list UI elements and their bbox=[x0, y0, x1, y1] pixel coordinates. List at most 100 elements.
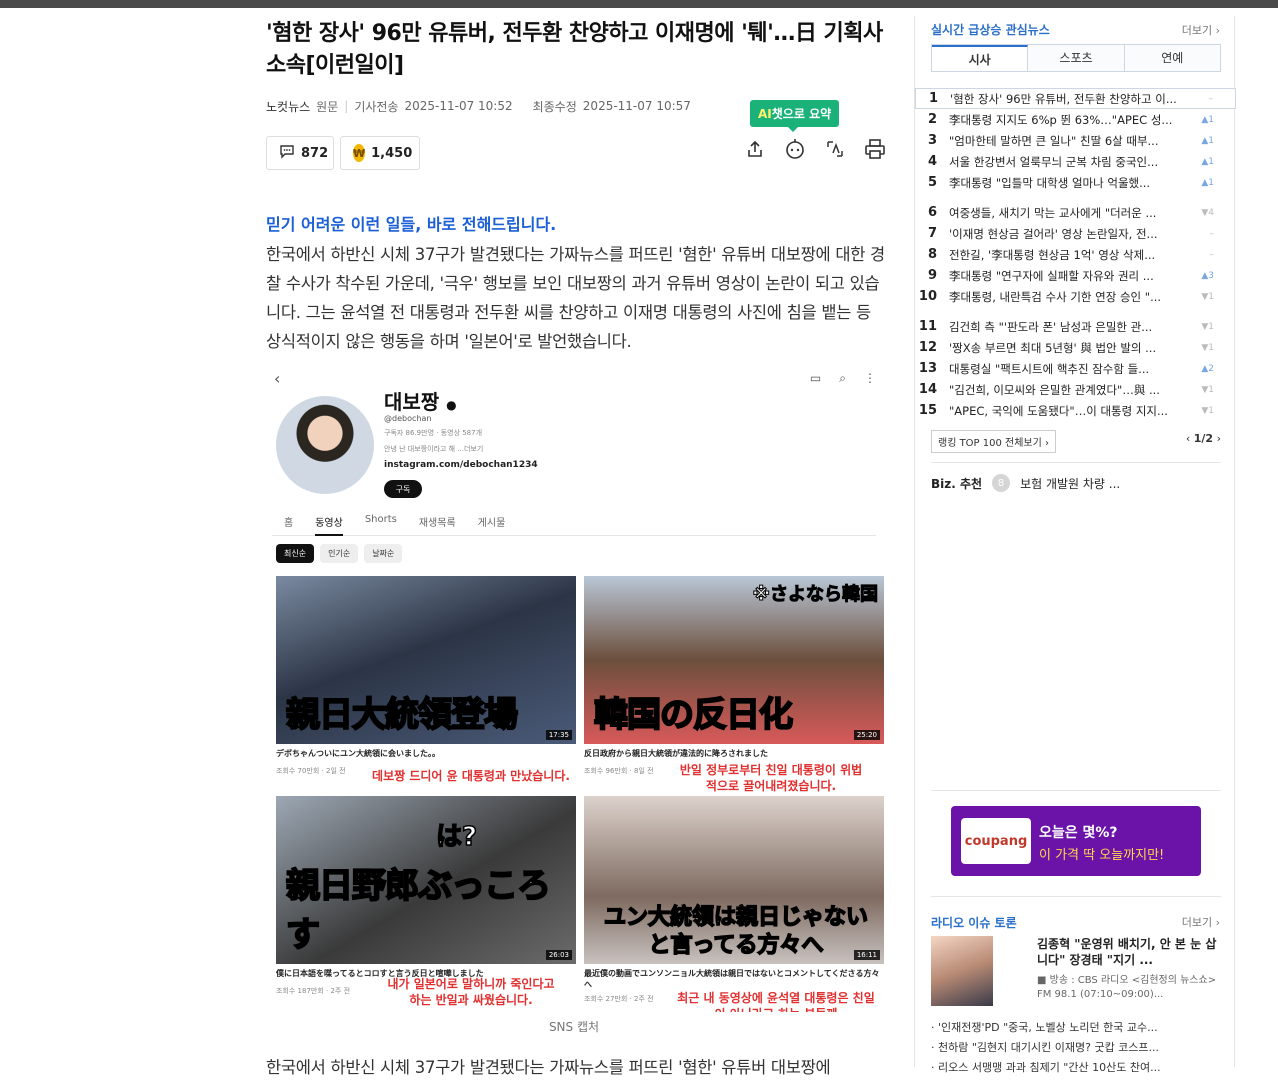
more-link[interactable]: 더보기 › bbox=[1182, 22, 1220, 38]
edited-time: 2025-11-07 10:57 bbox=[582, 99, 691, 113]
thumb-text: 親日大統領登場 bbox=[285, 694, 519, 736]
yt-nav: ‹ ▭ ⌕ ⋮ bbox=[274, 368, 876, 388]
coupang-ad[interactable]: coupang 오늘은 몇%? 이 가격 딱 오늘까지만! bbox=[951, 806, 1201, 876]
article-image[interactable]: ‹ ▭ ⌕ ⋮ 대보짱 ● @debochan 구독자 86.9만명 · 동영상 5… bbox=[266, 364, 884, 1014]
radio-more-link[interactable]: 더보기 › bbox=[1182, 914, 1220, 930]
thumb-text: 韓国の反日化 bbox=[593, 694, 794, 736]
biz-number: 8 bbox=[992, 474, 1011, 492]
list-item[interactable]: 11 김건희 측 "'판도라 폰' 남성과 은밀한 관... ▼1 bbox=[915, 316, 1236, 337]
chip: 최신순 bbox=[276, 544, 315, 563]
video-title: 最近僕の動画でユンソンニョル大統領は親日ではないとコメントしてくださる方々へ bbox=[584, 969, 880, 989]
list-item[interactable]: 4 서울 한강변서 얼룩무늬 군복 차림 중국인... ▲1 bbox=[915, 151, 1236, 172]
list-item[interactable]: 13 대통령실 "팩트시트에 핵추진 잠수함 들... ▲2 bbox=[915, 358, 1236, 379]
share-icon[interactable] bbox=[744, 138, 766, 160]
next-icon[interactable]: › bbox=[1217, 432, 1221, 445]
list-item[interactable]: 3 "엄마한테 말하면 큰 일나" 친딸 6살 때부... ▲1 bbox=[915, 130, 1236, 151]
search-icon: ⌕ bbox=[839, 370, 846, 385]
original-link[interactable]: 원문 bbox=[316, 98, 338, 115]
article-actions: 872 ₩ 1,450 AI챗으로 요약 bbox=[266, 100, 888, 172]
radio-subtitle: ■ 방송 : CBS 라디오 <김현정의 뉴스쇼> FM 98.1 (07:10… bbox=[1037, 975, 1217, 1000]
list-item[interactable]: 1 '혐한 장사' 96만 유튜버, 전두환 찬양하고 이... – bbox=[915, 88, 1236, 109]
prev-icon[interactable]: ‹ bbox=[1186, 432, 1190, 445]
tab-entertainment[interactable]: 연예 bbox=[1124, 45, 1220, 71]
tab-sports[interactable]: 스포츠 bbox=[1028, 45, 1125, 71]
video-translation: 내가 일본어로 말하니까 죽인다고 하는 반일과 싸웠습니다. bbox=[387, 977, 555, 1007]
list-item[interactable]: 9 李대통령 "연구자에 실패할 자유와 권리 ... ▲3 bbox=[915, 265, 1236, 286]
channel-desc: 안녕 난 대보짱이라고 해 ...더보기 bbox=[384, 445, 484, 453]
subscribe-button: 구독 bbox=[384, 480, 422, 498]
source-name[interactable]: 노컷뉴스 bbox=[266, 98, 310, 115]
video-translation: 데보짱 드디어 윤 대통령과 만났습니다. bbox=[372, 769, 570, 783]
comment-button[interactable]: 872 bbox=[266, 136, 334, 170]
article-paragraph: 한국에서 하반신 시체 37구가 발견됐다는 가짜뉴스를 퍼뜨린 '혐한' 유튜… bbox=[266, 245, 885, 351]
print-icon[interactable] bbox=[864, 138, 886, 160]
article-paragraph: 한국에서 하반신 시체 37구가 발견됐다는 가짜뉴스를 퍼뜨린 '혐한' 유튜… bbox=[266, 1058, 831, 1077]
divider bbox=[931, 896, 1221, 897]
channel-handle: @debochan bbox=[384, 414, 432, 423]
yt-tab: 홈 bbox=[284, 518, 294, 529]
article-lede: 믿기 어려운 이런 일들, 바로 전해드립니다. bbox=[266, 215, 557, 234]
ai-bot-icon[interactable] bbox=[784, 138, 806, 160]
pager: ‹ 1/2 › bbox=[1185, 432, 1221, 445]
ai-label: AI bbox=[758, 107, 772, 121]
radio-item[interactable]: · 천하람 "김현지 대기시킨 이재명? 굿캅 코스프... bbox=[931, 1039, 1221, 1055]
radio-thumbnail[interactable] bbox=[931, 936, 993, 1006]
thumb-corner-text: ※さよなら韓国 bbox=[752, 584, 878, 606]
tab-politics[interactable]: 시사 bbox=[932, 45, 1029, 71]
video-meta: 조회수 70만회 · 2일 전 bbox=[276, 767, 346, 775]
list-item[interactable]: 12 '짱X송 부르면 최대 5년형' 與 법안 발의 ... ▼1 bbox=[915, 337, 1236, 358]
video-title: デボちゃんついにユン大統領に会いました。。 bbox=[276, 749, 440, 758]
article-headline: '혐한 장사' 96만 유튜버, 전두환 찬양하고 이재명에 '퉤'…日 기획사… bbox=[266, 21, 883, 78]
reaction-button[interactable]: ₩ 1,450 bbox=[340, 136, 420, 170]
radio-item[interactable]: · 리오스 서맹맹 과과 침제기 "간산 10산도 찬여... bbox=[931, 1059, 1221, 1075]
yt-tab-active: 동영상 bbox=[315, 514, 343, 536]
edited-label: 최종수정 bbox=[532, 99, 577, 114]
yt-tab: Shorts bbox=[364, 514, 397, 525]
list-item[interactable]: 10 李대통령, 내란특검 수사 기한 연장 승인 "... ▼1 bbox=[915, 286, 1236, 307]
yt-tab: 재생목록 bbox=[418, 518, 456, 529]
list-item[interactable]: 14 "김건희, 이모씨와 은밀한 관계였다"…與 ... ▼1 bbox=[915, 379, 1236, 400]
chip: 날짜순 bbox=[364, 544, 403, 563]
divider bbox=[931, 462, 1221, 463]
sent-time: 2025-11-07 10:52 bbox=[404, 99, 513, 113]
ad-line1: 오늘은 몇%? bbox=[1039, 825, 1118, 841]
more-icon: ⋮ bbox=[864, 370, 876, 385]
list-item[interactable]: 6 여중생들, 새치기 막는 교사에게 "더러운 ... ▼4 bbox=[915, 202, 1236, 223]
radio-item[interactable]: · '인재전쟁'PD "중국, 노벨상 노리던 한국 교수... bbox=[931, 1019, 1221, 1035]
thumb-text: 親日野郎ぶっころす bbox=[285, 865, 552, 956]
video-duration: 16:11 bbox=[853, 950, 880, 960]
video-meta: 조회수 187만회 · 2주 전 bbox=[276, 987, 351, 995]
article: '혐한 장사' 96만 유튜버, 전두환 찬양하고 이재명에 '퉤'…日 기획사… bbox=[266, 18, 888, 1082]
list-item[interactable]: 7 '이재명 현상금 걸어라' 영상 논란일자, 전... – bbox=[915, 223, 1236, 244]
video-thumbnail: 親日大統領登場 17:35 bbox=[276, 576, 576, 744]
biz-recommend[interactable]: Biz. 추천 8 보험 개발원 차량 ... bbox=[931, 474, 1120, 492]
ranking-footer: 랭킹 TOP 100 전체보기 › ‹ 1/2 › bbox=[931, 430, 1221, 453]
radio-section-title[interactable]: 라디오 이슈 토론 bbox=[931, 914, 1017, 931]
list-item[interactable]: 5 李대통령 "입틀막 대학생 얼마나 억울했... ▲1 bbox=[915, 172, 1236, 193]
video-thumbnail: ユン大統領は親日じゃないと言ってる方々へ 16:11 bbox=[584, 796, 884, 964]
sort-chips: 최신순 인기순 날짜순 bbox=[276, 544, 403, 563]
font-size-icon[interactable] bbox=[824, 138, 846, 160]
list-item[interactable]: 8 전한길, '李대통령 현상금 1억' 영상 삭제... – bbox=[915, 244, 1236, 265]
biz-label: Biz. 추천 bbox=[931, 476, 983, 491]
ai-tooltip-text: 챗으로 요약 bbox=[771, 107, 832, 121]
image-credit: SNS 캡처 bbox=[548, 1020, 600, 1034]
comment-count: 872 bbox=[301, 145, 329, 161]
radio-headline[interactable]: 김종혁 "운영위 배치기, 안 본 눈 삽니다" 장경태 "지기 ... bbox=[1037, 936, 1227, 968]
divider bbox=[931, 790, 1221, 791]
ranking-list: 1 '혐한 장사' 96만 유튜버, 전두환 찬양하고 이... – 2 李대통령 지… bbox=[915, 88, 1236, 421]
video-meta: 조회수 27만회 · 2주 전 bbox=[584, 995, 654, 1003]
list-item[interactable]: 15 "APEC, 국익에 도움됐다"…이 대통령 지지... ▼1 bbox=[915, 400, 1236, 421]
article-tools bbox=[744, 138, 886, 160]
cast-icon: ▭ bbox=[809, 370, 822, 385]
yt-tab: 게시물 bbox=[477, 518, 506, 529]
ranking-all-button[interactable]: 랭킹 TOP 100 전체보기 › bbox=[931, 430, 1057, 453]
video-thumbnail: は? 親日野郎ぶっころす 26:03 bbox=[276, 796, 576, 964]
ai-summary-tooltip[interactable]: AI챗으로 요약 bbox=[750, 100, 840, 132]
video-duration: 17:35 bbox=[545, 730, 572, 740]
list-item[interactable]: 2 李대통령 지지도 6%p 뛴 63%…"APEC 성... ▲1 bbox=[915, 109, 1236, 130]
back-icon: ‹ bbox=[274, 368, 281, 388]
video-meta: 조회수 96만회 · 8일 전 bbox=[584, 767, 654, 775]
sidebar-title[interactable]: 실시간 급상승 관심뉴스 bbox=[931, 21, 1050, 38]
thumb-corner-text: は? bbox=[435, 821, 478, 853]
